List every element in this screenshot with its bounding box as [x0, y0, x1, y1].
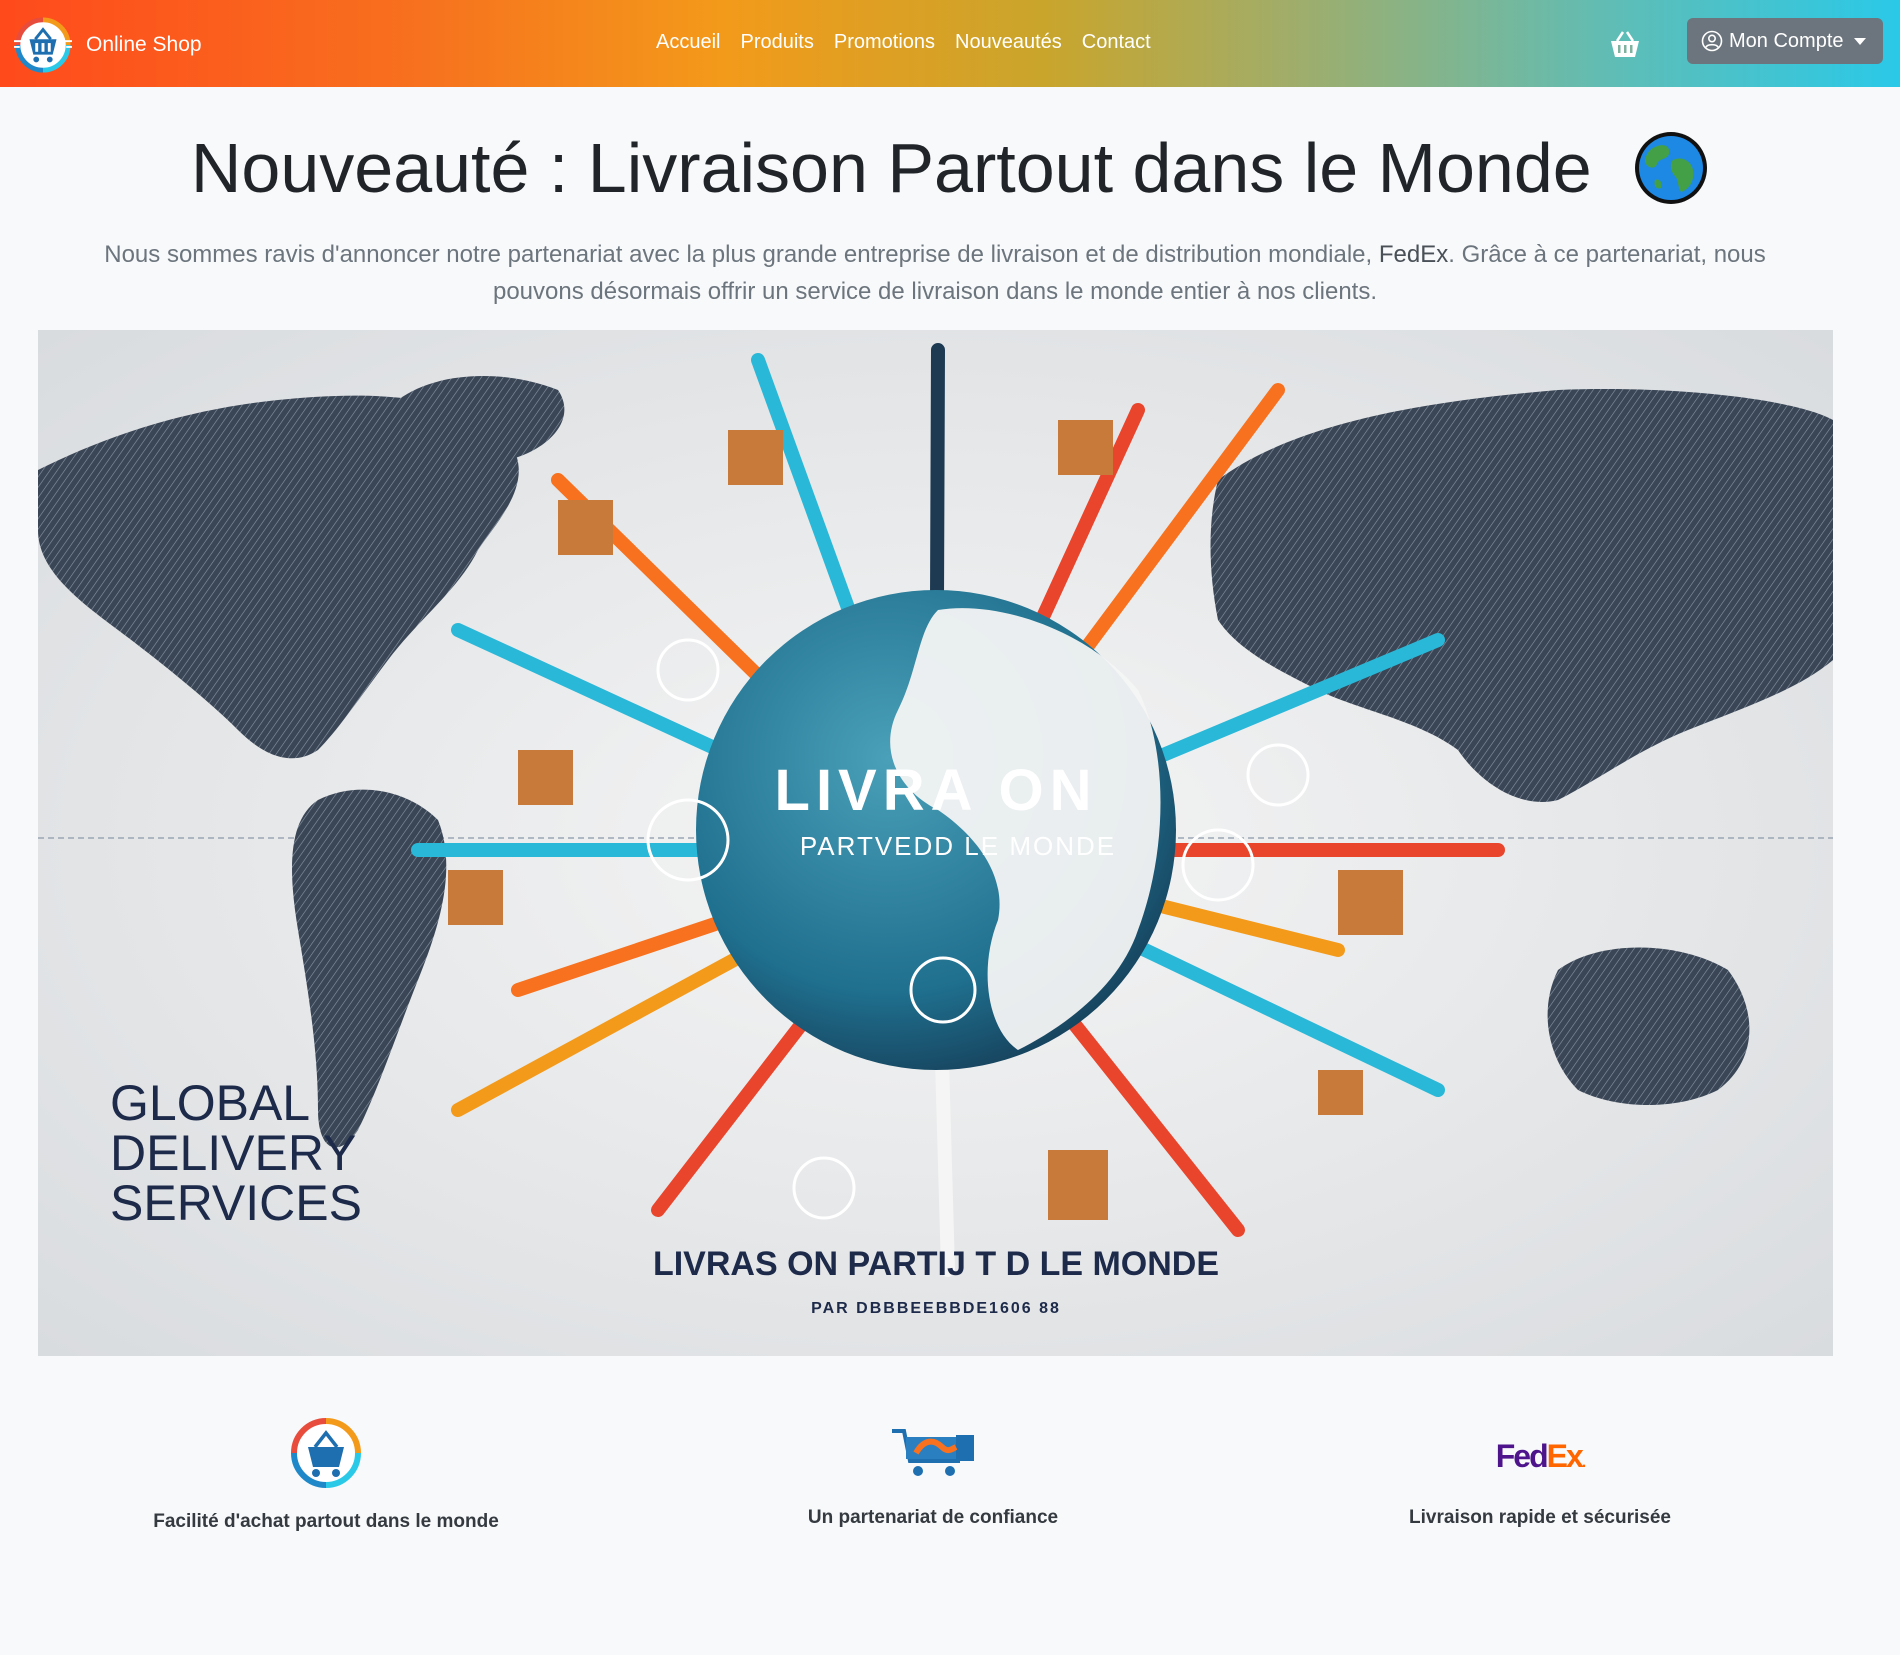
announcement-text: Nous sommes ravis d'annoncer notre parte… [60, 236, 1810, 310]
shopping-basket-icon [291, 1418, 361, 1488]
fedex-logo-ex: Ex [1546, 1438, 1584, 1474]
nav-link-produits[interactable]: Produits [740, 31, 813, 54]
banner-left-line3: SERVICES [110, 1175, 362, 1231]
fedex-logo: FedEx. [1290, 1438, 1790, 1475]
nav-link-contact[interactable]: Contact [1082, 31, 1151, 54]
partner-name: FedEx [1378, 241, 1449, 268]
lead-text-part1: Nous sommes ravis d'annoncer notre parte… [104, 241, 1373, 268]
account-dropdown-button[interactable]: Mon Compte [1687, 18, 1883, 64]
banner-bottom-title: LIVRAS ON PARTIJ T D LE MONDE [653, 1245, 1219, 1283]
feature-label: Facilité d'achat partout dans le monde [153, 1511, 499, 1532]
fedex-logo-fed: Fed [1495, 1438, 1549, 1474]
feature-fast-delivery: FedEx. Livraison rapide et sécurisée [1290, 1438, 1790, 1529]
brand-name: Online Shop [86, 33, 202, 56]
navbar: Online Shop Accueil Produits Promotions … [0, 0, 1900, 87]
hero-banner-image: LIVRA ON PARTVEDD LE MONDE GLOBAL DELIVE… [38, 330, 1833, 1356]
page-title: Nouveauté : Livraison Partout dans le Mo… [0, 128, 1900, 208]
feature-worldwide-shopping: Facilité d'achat partout dans le monde [76, 1415, 576, 1533]
feature-label: Un partenariat de confiance [807, 1507, 1059, 1528]
globe-icon [1635, 131, 1708, 204]
nav-link-promotions[interactable]: Promotions [834, 31, 935, 54]
handshake-cart-icon [892, 1429, 974, 1476]
global-delivery-illustration: LIVRA ON PARTVEDD LE MONDE GLOBAL DELIVE… [38, 330, 1833, 1356]
page-title-text: Nouveauté : Livraison Partout dans le Mo… [190, 129, 1592, 207]
nav-link-accueil[interactable]: Accueil [656, 31, 720, 54]
user-circle-icon [1701, 30, 1723, 52]
chevron-down-icon [1853, 37, 1866, 45]
nav-link-nouveautes[interactable]: Nouveautés [955, 31, 1062, 54]
feature-trusted-partnership: Un partenariat de confiance [683, 1425, 1183, 1529]
banner-center-subtitle: PARTVEDD LE MONDE [800, 831, 1116, 861]
brand[interactable]: Online Shop [14, 16, 202, 74]
banner-center-title: LIVRA ON [775, 758, 1098, 823]
banner-left-line2: DELIVERY [110, 1125, 356, 1181]
banner-left-line1: GLOBAL [110, 1075, 310, 1131]
feature-label: Livraison rapide et sécurisée [1409, 1507, 1671, 1528]
account-label: Mon Compte [1729, 29, 1844, 52]
main-nav: Accueil Produits Promotions Nouveautés C… [656, 31, 1171, 54]
basket-icon[interactable] [1608, 28, 1642, 62]
shop-logo-icon [14, 17, 72, 73]
banner-bottom-subtitle: PAR DBBBEEBBDE1606 88 [811, 1300, 1061, 1317]
fedex-logo-dot: . [1581, 1454, 1587, 1471]
australia-shape [1547, 947, 1750, 1105]
